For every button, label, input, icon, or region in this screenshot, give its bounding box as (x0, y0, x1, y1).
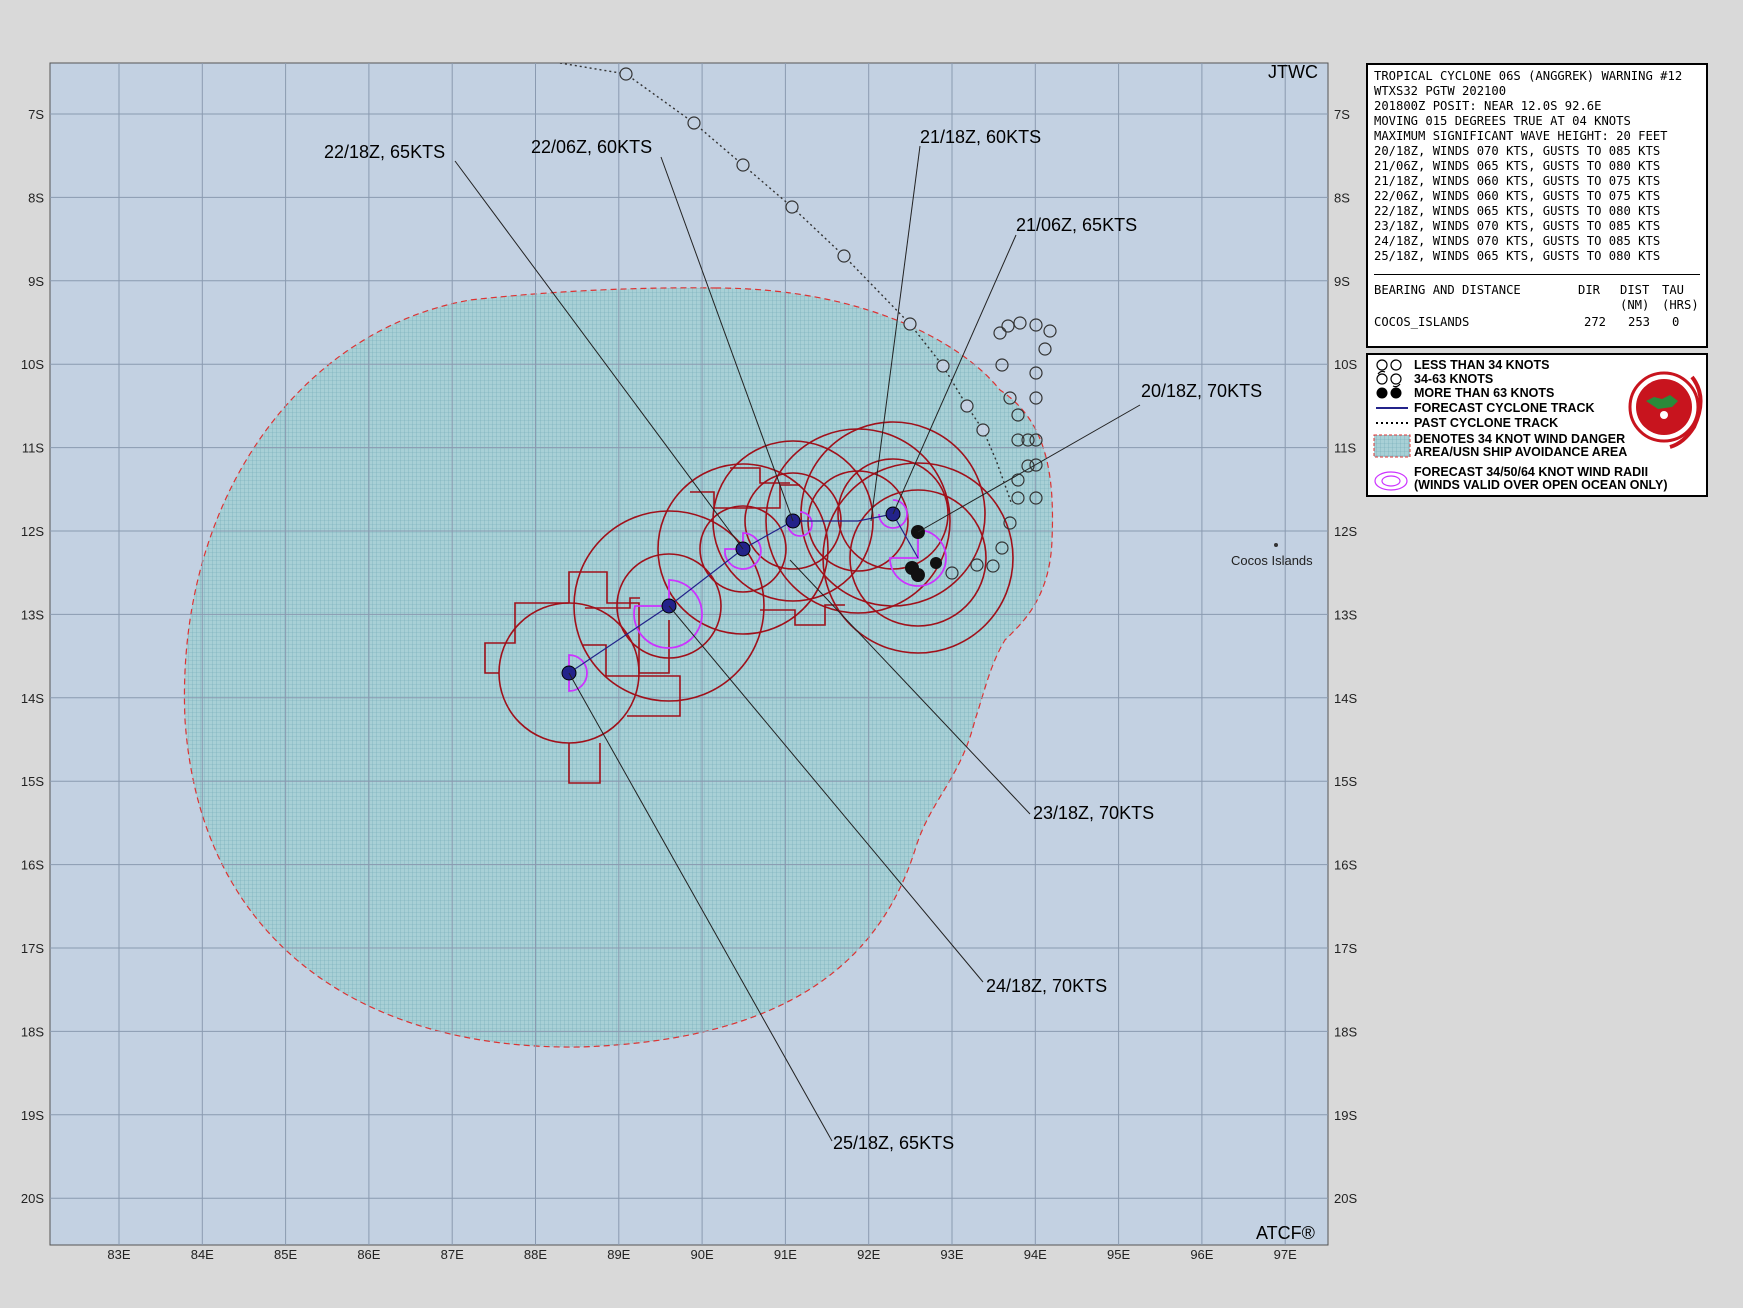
lat-tick-label: 16S (1334, 858, 1357, 873)
warning-line: 21/18Z, WINDS 060 KTS, GUSTS TO 075 KTS (1374, 174, 1661, 188)
lat-tick-label: 17S (21, 941, 44, 956)
less-than-34kt-icon (1376, 359, 1402, 371)
warning-line: 201800Z POSIT: NEAR 12.0S 92.6E (1374, 99, 1602, 113)
lat-tick-label: 14S (21, 691, 44, 706)
lat-tick-label: 9S (28, 274, 44, 289)
more-than-63kt-icon (1376, 387, 1402, 399)
legend-wind-radii: FORECAST 34/50/64 KNOT WIND RADII (WINDS… (1414, 465, 1668, 492)
lon-tick-label: 87E (441, 1247, 464, 1262)
warning-text-box: TROPICAL CYCLONE 06S (ANGGREK) WARNING #… (1366, 63, 1708, 348)
danger-area-icon (1373, 434, 1411, 458)
lat-tick-label: 11S (22, 441, 44, 456)
lon-tick-label: 97E (1274, 1247, 1297, 1262)
lat-tick-label: 7S (1334, 107, 1350, 122)
warning-line: 21/06Z, WINDS 065 KTS, GUSTS TO 080 KTS (1374, 159, 1661, 173)
lat-tick-label: 19S (21, 1108, 44, 1123)
agency-label: JTWC (1268, 62, 1318, 82)
lat-tick-label: 12S (1334, 524, 1357, 539)
col-dist: DIST (1620, 283, 1650, 297)
lon-tick-label: 92E (857, 1247, 880, 1262)
warning-line: MOVING 015 DEGREES TRUE AT 04 KNOTS (1374, 114, 1631, 128)
lon-tick-label: 88E (524, 1247, 547, 1262)
bearing-tau: 0 (1672, 315, 1680, 329)
lat-tick-label: 17S (1334, 941, 1357, 956)
lat-tick-label: 19S (1334, 1108, 1357, 1123)
lon-tick-label: 95E (1107, 1247, 1130, 1262)
lat-tick-label: 18S (21, 1024, 44, 1039)
legend-more-than-63kt: MORE THAN 63 KNOTS (1414, 386, 1555, 400)
lon-tick-label: 83E (107, 1247, 130, 1262)
jtwc-logo-icon (1628, 371, 1703, 449)
col-dir: DIR (1578, 283, 1601, 297)
forecast-label-23-18z: 23/18Z, 70KTS (1033, 803, 1154, 823)
legend-forecast-track: FORECAST CYCLONE TRACK (1414, 401, 1595, 415)
lat-tick-label: 11S (1334, 441, 1356, 456)
bearing-units-row: (NM) (HRS) (1374, 298, 1700, 313)
lat-tick-label: 8S (28, 190, 44, 205)
warning-line: 20/18Z, WINDS 070 KTS, GUSTS TO 085 KTS (1374, 144, 1661, 158)
warning-line: 24/18Z, WINDS 070 KTS, GUSTS TO 085 KTS (1374, 234, 1661, 248)
warning-line: TROPICAL CYCLONE 06S (ANGGREK) WARNING #… (1374, 69, 1683, 83)
legend-box: LESS THAN 34 KNOTS 34-63 KNOTS MORE THAN… (1366, 353, 1708, 497)
bearing-dir: 272 (1584, 315, 1607, 329)
warning-line: WTXS32 PGTW 202100 (1374, 84, 1507, 98)
col-tau-unit: (HRS) (1662, 298, 1699, 312)
lat-tick-label: 10S (21, 357, 44, 372)
forecast-label-21-18z: 21/18Z, 60KTS (920, 127, 1041, 147)
lat-tick-label: 18S (1334, 1024, 1357, 1039)
wind-radii-icon (1374, 471, 1408, 491)
lat-tick-label: 7S (28, 107, 44, 122)
legend-less-than-34kt: LESS THAN 34 KNOTS (1414, 358, 1550, 372)
lat-tick-label: 20S (1334, 1191, 1357, 1206)
lat-tick-label: 9S (1334, 274, 1350, 289)
forecast-label-24-18z: 24/18Z, 70KTS (986, 976, 1107, 996)
software-label: ATCF® (1256, 1223, 1315, 1243)
forecast-label-25-18z: 25/18Z, 65KTS (833, 1133, 954, 1153)
place-label: Cocos Islands (1231, 553, 1313, 568)
lat-tick-label: 13S (1334, 607, 1357, 622)
legend-danger-area: DENOTES 34 KNOT WIND DANGER AREA/USN SHI… (1414, 432, 1628, 459)
lat-tick-label: 13S (21, 607, 44, 622)
lon-tick-label: 84E (191, 1247, 214, 1262)
lon-tick-label: 91E (774, 1247, 797, 1262)
bearing-header-row: BEARING AND DISTANCE DIR DIST TAU (1374, 283, 1700, 298)
cocos-islands-marker (1274, 543, 1278, 547)
lon-tick-label: 93E (940, 1247, 963, 1262)
forecast-label-21-06z: 21/06Z, 65KTS (1016, 215, 1137, 235)
warning-line: 23/18Z, WINDS 070 KTS, GUSTS TO 085 KTS (1374, 219, 1661, 233)
lat-tick-label: 15S (1334, 774, 1357, 789)
forecast-label-22-18z: 22/18Z, 65KTS (324, 142, 445, 162)
lat-tick-label: 12S (21, 524, 44, 539)
lat-tick-label: 8S (1334, 190, 1350, 205)
lon-tick-label: 96E (1190, 1247, 1213, 1262)
lat-tick-label: 20S (21, 1191, 44, 1206)
forecast-label-22-06z: 22/06Z, 60KTS (531, 137, 652, 157)
legend-past-track: PAST CYCLONE TRACK (1414, 416, 1559, 430)
lon-tick-label: 86E (357, 1247, 380, 1262)
bearing-place: COCOS_ISLANDS (1374, 315, 1470, 329)
lat-tick-label: 15S (21, 774, 44, 789)
lat-tick-label: 16S (21, 858, 44, 873)
divider (1374, 274, 1700, 275)
lon-tick-label: 90E (691, 1247, 714, 1262)
col-tau: TAU (1662, 283, 1685, 297)
lon-tick-label: 89E (607, 1247, 630, 1262)
forecast-label-20-18z: 20/18Z, 70KTS (1141, 381, 1262, 401)
warning-line: 22/18Z, WINDS 065 KTS, GUSTS TO 080 KTS (1374, 204, 1661, 218)
bearing-value-row: COCOS_ISLANDS 272 253 0 (1374, 315, 1700, 330)
lon-tick-label: 85E (274, 1247, 297, 1262)
bearing-dist: 253 (1628, 315, 1651, 329)
lat-tick-label: 10S (1334, 357, 1357, 372)
warning-line: 25/18Z, WINDS 065 KTS, GUSTS TO 080 KTS (1374, 249, 1661, 263)
legend-34-63kt: 34-63 KNOTS (1414, 372, 1494, 386)
lon-tick-label: 94E (1024, 1247, 1047, 1262)
warning-line: 22/06Z, WINDS 060 KTS, GUSTS TO 075 KTS (1374, 189, 1661, 203)
col-dist-unit: (NM) (1620, 298, 1650, 312)
34-63kt-icon (1376, 370, 1402, 388)
lat-tick-label: 14S (1334, 691, 1357, 706)
bearing-header: BEARING AND DISTANCE (1374, 283, 1521, 297)
warning-line: MAXIMUM SIGNIFICANT WAVE HEIGHT: 20 FEET (1374, 129, 1668, 143)
